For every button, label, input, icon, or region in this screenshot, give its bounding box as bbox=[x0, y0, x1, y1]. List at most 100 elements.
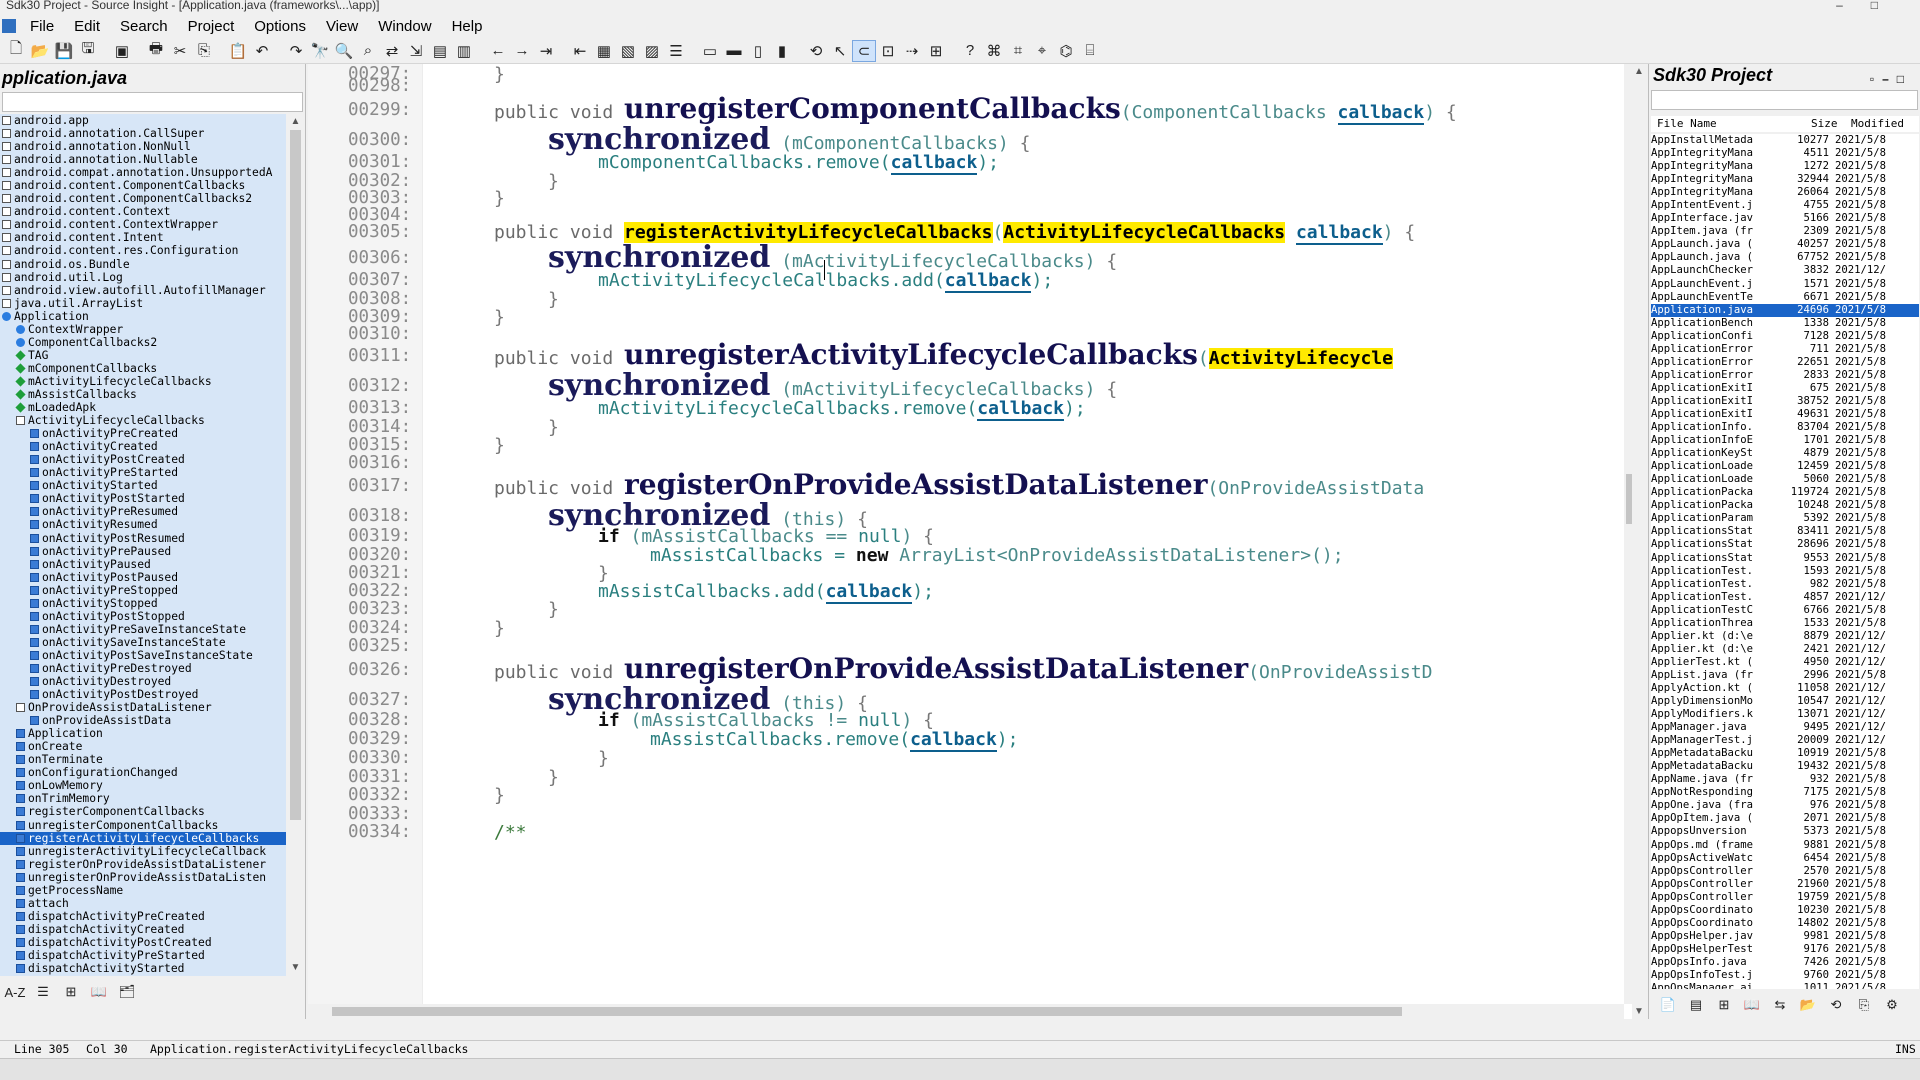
scroll-thumb[interactable] bbox=[290, 130, 301, 820]
code-line[interactable]: public void unregisterComponentCallbacks… bbox=[494, 92, 1457, 125]
symbol-item[interactable]: registerComponentCallbacks bbox=[0, 805, 286, 818]
symbol-item[interactable]: onConfigurationChanged bbox=[0, 766, 286, 779]
copy-icon[interactable]: ⎘ bbox=[1851, 995, 1877, 1015]
file-row[interactable]: ApplicationPacka 10248 2021/5/8 bbox=[1651, 499, 1919, 512]
file-row[interactable]: AppMetadataBacku 19432 2021/5/8 bbox=[1651, 760, 1919, 773]
file-row[interactable]: AppOpsHelper.jav 9981 2021/5/8 bbox=[1651, 930, 1919, 943]
file-row[interactable]: ApplicationPacka 119724 2021/5/8 bbox=[1651, 486, 1919, 499]
symbol-item[interactable]: onActivityPostSaveInstanceState bbox=[0, 649, 286, 662]
symbol-item[interactable]: onActivityPostResumed bbox=[0, 532, 286, 545]
symbol-item[interactable]: onActivityPaused bbox=[0, 558, 286, 571]
window-controls[interactable]: –□ bbox=[1836, 0, 1906, 11]
tool-4-icon[interactable]: ⌬ bbox=[1054, 40, 1078, 62]
tool-2-icon[interactable]: ⌗ bbox=[1006, 40, 1030, 62]
menu-edit[interactable]: Edit bbox=[64, 18, 110, 35]
code-area[interactable]: } public void unregisterComponentCallback… bbox=[308, 64, 1623, 1019]
file-row[interactable]: ApplicationTestC 6766 2021/5/8 bbox=[1651, 604, 1919, 617]
file-row[interactable]: AppOpsController 19759 2021/5/8 bbox=[1651, 891, 1919, 904]
symbol-item[interactable]: mLoadedApk bbox=[0, 401, 286, 414]
symbol-item[interactable]: android.util.Log bbox=[0, 271, 286, 284]
symbol-item[interactable]: dispatchActivityPreCreated bbox=[0, 910, 286, 923]
relation-icon[interactable]: ⇆ bbox=[1767, 995, 1793, 1015]
code-line[interactable]: } bbox=[494, 435, 505, 456]
file-row[interactable]: AppOne.java (fra 976 2021/5/8 bbox=[1651, 799, 1919, 812]
code-line[interactable]: } bbox=[548, 289, 559, 310]
file-row[interactable]: ApplicationTest. 982 2021/5/8 bbox=[1651, 578, 1919, 591]
symbol-item[interactable]: registerOnProvideAssistDataListener bbox=[0, 858, 286, 871]
list-view-icon[interactable]: ☰ bbox=[30, 982, 56, 1002]
symbol-item[interactable]: unregisterComponentCallbacks bbox=[0, 819, 286, 832]
file-row[interactable]: AppNotResponding 7175 2021/5/8 bbox=[1651, 786, 1919, 799]
new-file-icon[interactable]: 🗋 bbox=[4, 40, 28, 62]
file-row[interactable]: AppOpsManager.ai 1011 2021/5/8 bbox=[1651, 982, 1919, 989]
file-row[interactable]: AppLaunchChecker 3832 2021/12/ bbox=[1651, 264, 1919, 277]
scroll-thumb[interactable] bbox=[332, 1007, 1402, 1016]
symbol-item[interactable]: mComponentCallbacks bbox=[0, 362, 286, 375]
file-row[interactable]: Applier.kt (d:\e 2421 2021/12/ bbox=[1651, 643, 1919, 656]
code-line[interactable]: mActivityLifecycleCallbacks.remove(callb… bbox=[598, 398, 1086, 421]
link-icon[interactable]: ⊂ bbox=[852, 39, 876, 62]
paste-icon[interactable]: 📋 bbox=[226, 40, 250, 62]
symbol-item[interactable]: onActivityPostPaused bbox=[0, 571, 286, 584]
file-row[interactable]: AppOpsCoordinato 10230 2021/5/8 bbox=[1651, 904, 1919, 917]
bookmark-next-icon[interactable]: ▥ bbox=[452, 40, 476, 62]
file-row[interactable]: AppOpsController 2570 2021/5/8 bbox=[1651, 865, 1919, 878]
code-line[interactable]: } bbox=[494, 307, 505, 328]
symbol-item[interactable]: unregisterActivityLifecycleCallback bbox=[0, 845, 286, 858]
file-row[interactable]: AppIntegrityMana 26064 2021/5/8 bbox=[1651, 186, 1919, 199]
file-row[interactable]: ApplicationTest. 1593 2021/5/8 bbox=[1651, 565, 1919, 578]
file-row[interactable]: ApplicationError 2833 2021/5/8 bbox=[1651, 369, 1919, 382]
file-row[interactable]: AppLaunchEventTe 6671 2021/5/8 bbox=[1651, 291, 1919, 304]
go-symbol-icon[interactable]: ⇤ bbox=[568, 40, 592, 62]
symbol-window-icon[interactable]: ▧ bbox=[616, 40, 640, 62]
symbol-item[interactable]: dispatchActivityPreStarted bbox=[0, 949, 286, 962]
settings-icon[interactable]: ⚙ bbox=[1879, 995, 1905, 1015]
file-row[interactable]: ApplicationInfoE 1701 2021/5/8 bbox=[1651, 434, 1919, 447]
file-row[interactable]: AppManager.java 9495 2021/12/ bbox=[1651, 721, 1919, 734]
project-window-icon[interactable]: ▨ bbox=[640, 40, 664, 62]
code-line[interactable]: } bbox=[494, 64, 505, 85]
file-row[interactable]: ApplicationThrea 1533 2021/5/8 bbox=[1651, 617, 1919, 630]
file-row[interactable]: ApplicationsStat 9553 2021/5/8 bbox=[1651, 552, 1919, 565]
symbol-item[interactable]: onActivityStarted bbox=[0, 479, 286, 492]
menu-window[interactable]: Window bbox=[368, 18, 441, 35]
file-row[interactable]: AppItem.java (fr 2309 2021/5/8 bbox=[1651, 225, 1919, 238]
file-row[interactable]: ApplicationLoade 12459 2021/5/8 bbox=[1651, 460, 1919, 473]
code-line[interactable]: } bbox=[494, 785, 505, 806]
layout-4-icon[interactable]: ▮ bbox=[770, 40, 794, 62]
file-row[interactable]: AppOpsController 21960 2021/5/8 bbox=[1651, 878, 1919, 891]
symbol-item[interactable]: android.annotation.Nullable bbox=[0, 153, 286, 166]
file-row[interactable]: ApplicationConfi 7128 2021/5/8 bbox=[1651, 330, 1919, 343]
file-row[interactable]: ApplierTest.kt (4950 2021/12/ bbox=[1651, 656, 1919, 669]
file-row[interactable]: ApplicationKeySt 4879 2021/5/8 bbox=[1651, 447, 1919, 460]
panel-controls[interactable]: ▫–□ bbox=[1870, 68, 1912, 90]
file-row[interactable]: ApplyAction.kt (11058 2021/12/ bbox=[1651, 682, 1919, 695]
outline-icon[interactable]: ⊞ bbox=[924, 40, 948, 62]
symbol-item[interactable]: onActivityPreStopped bbox=[0, 584, 286, 597]
file-row[interactable]: AppMetadataBacku 10919 2021/5/8 bbox=[1651, 747, 1919, 760]
tool-1-icon[interactable]: ⌘ bbox=[982, 40, 1006, 62]
symbol-item[interactable]: onActivityPreStarted bbox=[0, 466, 286, 479]
symbol-item[interactable]: dispatchActivityPostCreated bbox=[0, 936, 286, 949]
code-line[interactable]: public void registerOnProvideAssistDataL… bbox=[494, 468, 1424, 501]
symbol-item[interactable]: ContextWrapper bbox=[0, 323, 286, 336]
cut-icon[interactable]: ✂ bbox=[168, 40, 192, 62]
file-row[interactable]: Application.java 24696 2021/5/8 bbox=[1651, 303, 1919, 317]
symbol-item[interactable]: mAssistCallbacks bbox=[0, 388, 286, 401]
symbol-item[interactable]: onActivityPreCreated bbox=[0, 427, 286, 440]
expand-icon[interactable] bbox=[16, 416, 25, 426]
symbol-item[interactable]: onActivityPostStopped bbox=[0, 610, 286, 623]
symbol-item[interactable]: dispatchActivityStarted bbox=[0, 962, 286, 975]
save-all-icon[interactable]: 🖫 bbox=[76, 40, 100, 62]
sort-az-button[interactable]: A-Z bbox=[2, 982, 28, 1002]
back-icon[interactable]: ← bbox=[486, 40, 510, 62]
relation-window-icon[interactable]: ☰ bbox=[664, 40, 688, 62]
symbol-item[interactable]: unregisterOnProvideAssistDataListen bbox=[0, 871, 286, 884]
scroll-up-icon[interactable]: ▲ bbox=[290, 116, 301, 128]
jump-icon[interactable]: ⇲ bbox=[404, 40, 428, 62]
context-icon[interactable]: ? bbox=[958, 40, 982, 62]
symbol-item[interactable]: android.content.ComponentCallbacks2 bbox=[0, 192, 286, 205]
code-line[interactable]: } bbox=[548, 171, 559, 192]
search-icon[interactable]: 🔭 bbox=[308, 40, 332, 62]
symbol-item[interactable]: onActivityPostCreated bbox=[0, 453, 286, 466]
